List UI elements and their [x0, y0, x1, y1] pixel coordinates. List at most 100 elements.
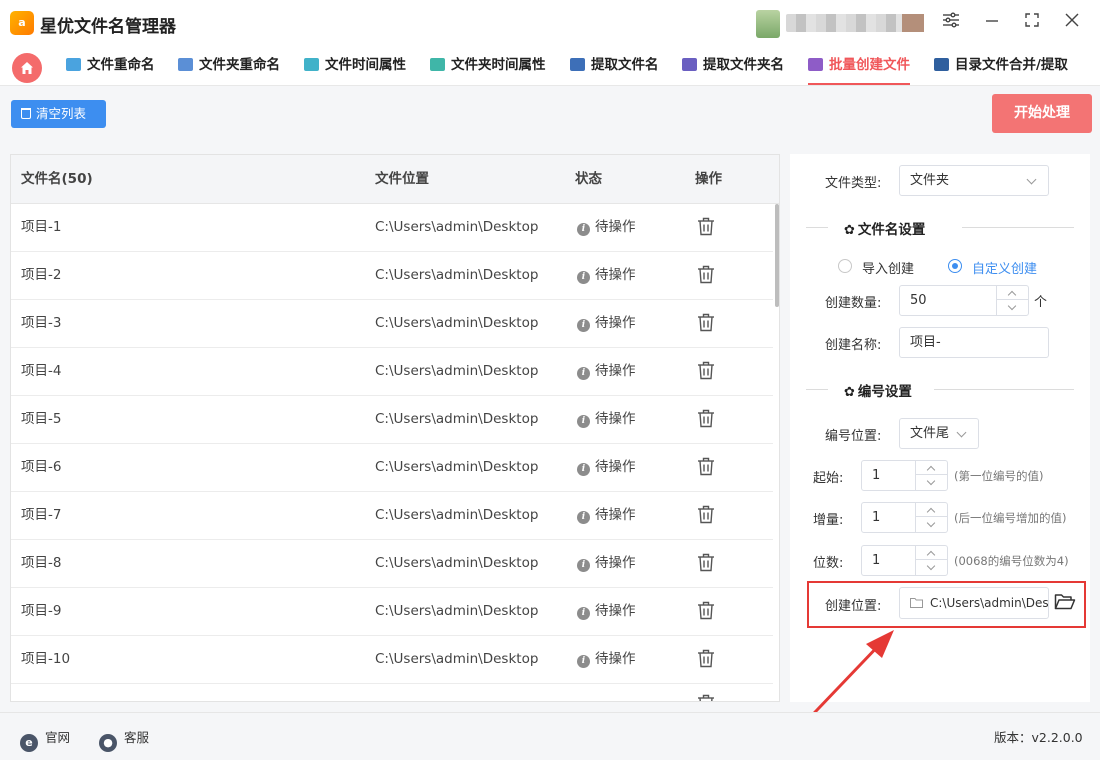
create-name-value: 项目-	[910, 335, 941, 350]
delete-row-icon[interactable]	[697, 505, 715, 528]
info-icon: i	[577, 463, 590, 476]
decrement-button[interactable]	[997, 301, 1028, 315]
tab-file-time[interactable]: 文件时间属性	[304, 46, 406, 84]
delete-row-icon[interactable]	[697, 601, 715, 624]
cell-status: i 待操作	[577, 444, 636, 491]
customer-service-label: 客服	[124, 730, 150, 745]
clear-list-button[interactable]: 清空列表	[11, 100, 106, 128]
create-count-value: 50	[910, 293, 927, 308]
close-icon[interactable]	[1061, 12, 1083, 34]
table-row[interactable]: 项目-7 C:\Users\admin\Desktop i 待操作	[11, 492, 773, 540]
cell-location: C:\Users\admin\Desktop	[375, 459, 539, 475]
increment-button[interactable]	[916, 461, 947, 475]
number-position-select[interactable]: 文件尾	[899, 418, 979, 449]
gear-icon: ✿	[844, 385, 855, 400]
step-stepper[interactable]: 1	[861, 502, 948, 533]
table-row[interactable]: 项目-5 C:\Users\admin\Desktop i 待操作	[11, 396, 773, 444]
status-text: 待操作	[595, 267, 636, 283]
table-row[interactable]: 项目-4 C:\Users\admin\Desktop i 待操作	[11, 348, 773, 396]
tab-label: 提取文件夹名	[703, 57, 784, 73]
create-count-label: 创建数量:	[825, 296, 882, 311]
stepper-buttons[interactable]	[915, 461, 947, 490]
delete-row-icon[interactable]	[697, 361, 715, 384]
batch-create-icon	[808, 58, 823, 71]
stepper-buttons[interactable]	[996, 286, 1028, 315]
delete-row-icon[interactable]	[697, 217, 715, 240]
version-text: 版本：v2.2.0.0	[994, 730, 1083, 745]
start-value: 1	[872, 468, 881, 483]
settings-sliders-icon[interactable]	[940, 12, 962, 34]
table-header: 文件名(50) 文件位置 状态 操作	[11, 155, 779, 204]
minimize-icon[interactable]	[981, 12, 1003, 34]
customer-service-link[interactable]: ● 客服	[99, 727, 149, 752]
header-filename: 文件名(50)	[21, 171, 93, 187]
file-table: 文件名(50) 文件位置 状态 操作 项目-1 C:\Users\admin\De…	[10, 154, 780, 702]
tab-folder-rename[interactable]: 文件夹重命名	[178, 46, 280, 84]
info-icon: i	[577, 271, 590, 284]
cell-status: i 待操作	[577, 540, 636, 587]
table-row[interactable]: 项目-3 C:\Users\admin\Desktop i 待操作	[11, 300, 773, 348]
cell-location: C:\Users\admin\Desktop	[375, 267, 539, 283]
increment-button[interactable]	[916, 546, 947, 560]
delete-row-icon[interactable]	[697, 409, 715, 432]
cell-location: C:\Users\admin\Desktop	[375, 651, 539, 667]
home-button[interactable]	[12, 53, 42, 83]
start-stepper[interactable]: 1	[861, 460, 948, 491]
increment-button[interactable]	[997, 286, 1028, 300]
cell-filename: 项目-2	[21, 267, 62, 283]
cell-location: C:\Users\admin\Desktop	[375, 507, 539, 523]
stepper-buttons[interactable]	[915, 546, 947, 575]
radio-custom-create[interactable]	[948, 259, 962, 273]
table-row[interactable]: 项目-2 C:\Users\admin\Desktop i 待操作	[11, 252, 773, 300]
increment-button[interactable]	[916, 503, 947, 517]
tab-file-rename[interactable]: 文件重命名	[66, 46, 155, 84]
info-icon: i	[577, 367, 590, 380]
cell-location: C:\Users\admin\Desktop	[375, 363, 539, 379]
chat-bubble-icon: ●	[99, 734, 117, 752]
cell-filename: 项目-1	[21, 219, 62, 235]
cell-status: i 待操作	[577, 492, 636, 539]
file-time-icon	[304, 58, 319, 71]
rename-folders-icon	[178, 58, 193, 71]
number-position-value: 文件尾	[910, 426, 950, 441]
delete-row-icon[interactable]	[697, 265, 715, 288]
clear-list-label: 清空列表	[36, 106, 87, 121]
table-row[interactable]: 项目-10 C:\Users\admin\Desktop i 待操作	[11, 636, 773, 684]
decrement-button[interactable]	[916, 518, 947, 532]
cell-status: i 待操作	[577, 396, 636, 443]
table-row[interactable]: 项目-8 C:\Users\admin\Desktop i 待操作	[11, 540, 773, 588]
table-row[interactable]: 项目-1 C:\Users\admin\Desktop i 待操作	[11, 204, 773, 252]
create-count-stepper[interactable]: 50	[899, 285, 1029, 316]
tab-label: 批量创建文件	[829, 57, 910, 73]
digits-stepper[interactable]: 1	[861, 545, 948, 576]
table-scrollbar[interactable]	[775, 204, 779, 307]
chevron-down-icon	[956, 427, 967, 438]
delete-row-icon[interactable]	[697, 694, 715, 701]
status-text: 待操作	[595, 315, 636, 331]
trash-icon	[21, 108, 31, 119]
website-link[interactable]: e 官网	[20, 727, 70, 752]
delete-row-icon[interactable]	[697, 457, 715, 480]
maximize-icon[interactable]	[1021, 12, 1043, 34]
table-row[interactable]: 项目-6 C:\Users\admin\Desktop i 待操作	[11, 444, 773, 492]
create-name-input[interactable]: 项目-	[899, 327, 1049, 358]
user-avatar[interactable]	[756, 10, 780, 38]
tab-extract-filename[interactable]: 提取文件名	[570, 46, 659, 84]
file-type-select[interactable]: 文件夹	[899, 165, 1049, 196]
start-process-button[interactable]: 开始处理	[992, 94, 1092, 133]
delete-row-icon[interactable]	[697, 553, 715, 576]
tab-folder-time[interactable]: 文件夹时间属性	[430, 46, 546, 84]
decrement-button[interactable]	[916, 561, 947, 575]
info-icon: i	[577, 223, 590, 236]
stepper-buttons[interactable]	[915, 503, 947, 532]
delete-row-icon[interactable]	[697, 649, 715, 672]
table-row[interactable]: 项目-9 C:\Users\admin\Desktop i 待操作	[11, 588, 773, 636]
decrement-button[interactable]	[916, 476, 947, 490]
tab-merge-extract[interactable]: 目录文件合并/提取	[934, 46, 1068, 84]
tab-extract-foldername[interactable]: 提取文件夹名	[682, 46, 784, 84]
radio-import-create[interactable]	[838, 259, 852, 273]
delete-row-icon[interactable]	[697, 313, 715, 336]
cell-status: i 待操作	[577, 348, 636, 395]
status-text: 待操作	[595, 507, 636, 523]
tab-batch-create[interactable]: 批量创建文件	[808, 46, 910, 85]
